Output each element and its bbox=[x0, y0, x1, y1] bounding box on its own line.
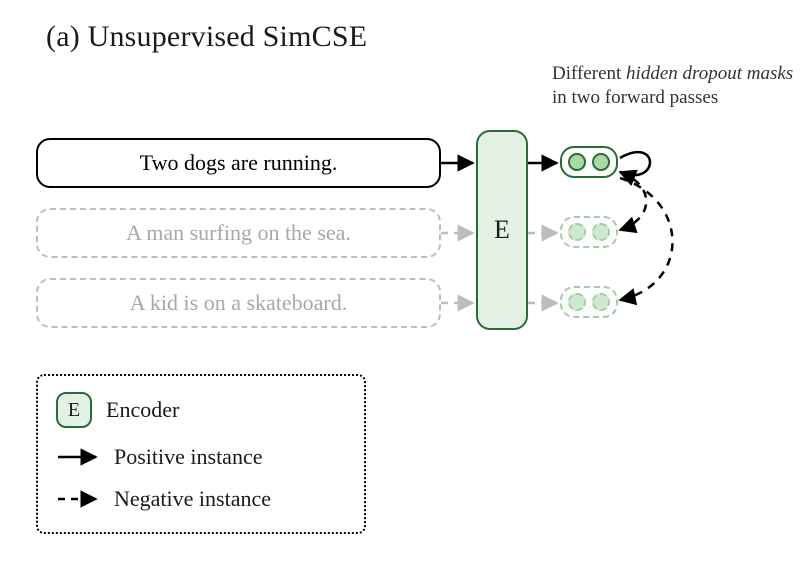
legend-positive-arrow-icon bbox=[56, 447, 100, 467]
encoder-block: E bbox=[476, 130, 528, 330]
arrow-negative-emb1-emb3 bbox=[620, 178, 673, 300]
embedding-2 bbox=[560, 216, 618, 248]
legend-encoder-icon-label: E bbox=[68, 399, 80, 422]
sentence-3-text: A kid is on a skateboard. bbox=[130, 290, 348, 316]
embedding-dot-icon bbox=[568, 153, 586, 171]
legend-row-negative: Negative instance bbox=[56, 486, 346, 512]
diagram-canvas: (a) Unsupervised SimCSE Different hidden… bbox=[0, 0, 800, 582]
arrow-positive-selfloop bbox=[620, 152, 650, 175]
sentence-1-text: Two dogs are running. bbox=[140, 150, 338, 176]
dropout-caption: Different hidden dropout masks in two fo… bbox=[552, 62, 800, 110]
legend-encoder-icon: E bbox=[56, 392, 92, 428]
sentence-2-text: A man surfing on the sea. bbox=[126, 220, 351, 246]
encoder-label: E bbox=[494, 215, 510, 245]
embedding-dot-icon bbox=[592, 153, 610, 171]
embedding-dot-icon bbox=[592, 293, 610, 311]
legend-positive-label: Positive instance bbox=[114, 444, 262, 470]
embedding-dot-icon bbox=[592, 223, 610, 241]
legend-row-positive: Positive instance bbox=[56, 444, 346, 470]
input-sentence-2: A man surfing on the sea. bbox=[36, 208, 441, 258]
input-sentence-1: Two dogs are running. bbox=[36, 138, 441, 188]
diagram-title: (a) Unsupervised SimCSE bbox=[46, 20, 367, 54]
legend-encoder-label: Encoder bbox=[106, 397, 179, 423]
arrow-negative-emb1-emb2 bbox=[620, 172, 646, 230]
caption-text-1: Different bbox=[552, 63, 626, 84]
embedding-1 bbox=[560, 146, 618, 178]
embedding-3 bbox=[560, 286, 618, 318]
caption-text-em: hidden dropout masks bbox=[626, 63, 793, 84]
embedding-dot-icon bbox=[568, 293, 586, 311]
embedding-dot-icon bbox=[568, 223, 586, 241]
legend-row-encoder: E Encoder bbox=[56, 392, 346, 428]
caption-text-2: in two forward passes bbox=[552, 87, 718, 108]
input-sentence-3: A kid is on a skateboard. bbox=[36, 278, 441, 328]
legend-negative-arrow-icon bbox=[56, 489, 100, 509]
legend-box: E Encoder Positive instance bbox=[36, 374, 366, 534]
legend-negative-label: Negative instance bbox=[114, 486, 271, 512]
